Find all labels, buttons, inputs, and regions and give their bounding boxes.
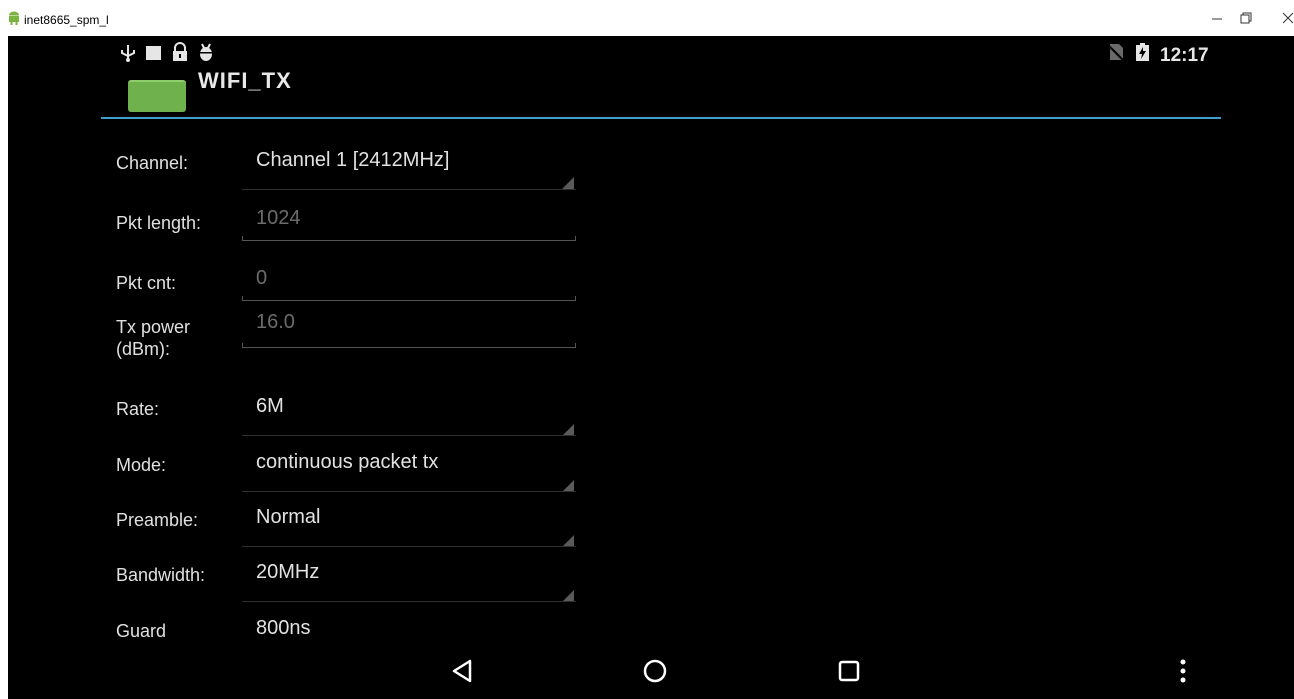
close-icon[interactable] [1278,10,1294,26]
back-icon[interactable] [448,656,478,686]
pkt-cnt-value: 0 [256,267,268,289]
mode-label: Mode: [116,455,167,475]
pkt-cnt-tick-right [575,296,576,301]
bandwidth-value: 20MHz [256,561,320,583]
guard-label: Guard [116,621,167,641]
rate-label: Rate: [116,399,160,419]
pkt-length-field[interactable]: 1024 [242,196,576,252]
channel-row: Channel: Channel 1 [2412MHz] [8,140,1294,190]
channel-spinner[interactable]: Channel 1 [2412MHz] [242,140,576,190]
mode-value: continuous packet tx [256,451,439,473]
mode-spinner[interactable]: continuous packet tx [242,438,576,492]
bandwidth-row: Bandwidth: 20MHz [8,548,1294,602]
tx-power-tick-right [575,343,576,348]
mode-underline [242,491,576,492]
android-debug-icon [200,43,212,61]
app-logo[interactable] [128,80,186,112]
rate-row: Rate: 6M [8,382,1294,436]
guard-value: 800ns [256,617,311,639]
pkt-cnt-row: Pkt cnt: 0 [8,256,1294,312]
tx-power-value: 16.0 [256,311,295,333]
lock-icon [173,42,187,61]
rate-value: 6M [256,395,284,417]
tx-power-label: Tx power (dBm): [116,317,191,359]
pkt-length-underline [242,240,576,241]
channel-value: Channel 1 [2412MHz] [256,149,450,171]
minimize-icon[interactable] [1208,10,1228,26]
preamble-spinner[interactable]: Normal [242,493,576,547]
preamble-underline [242,546,576,547]
android-icon [9,11,19,25]
status-time: 12:17 [1160,45,1209,66]
recents-icon[interactable] [834,656,864,686]
preamble-row: Preamble: Normal [8,493,1294,547]
channel-label: Channel: [116,153,189,173]
notification-square-icon [146,46,161,60]
guard-spinner[interactable]: 800ns [242,604,576,640]
pkt-cnt-tick-left [242,296,243,301]
preamble-label: Preamble: [116,510,199,530]
overflow-menu-icon[interactable] [1168,656,1198,686]
bandwidth-spinner[interactable]: 20MHz [242,548,576,602]
bandwidth-underline [242,601,576,602]
pkt-length-value: 1024 [256,207,301,229]
tx-power-row: Tx power (dBm): 16.0 [8,311,1294,380]
window-title-bar: inet8665_spm_l [0,0,1294,36]
battery-charging-icon [1136,43,1149,61]
page-title: WIFI_TX [198,68,292,93]
preamble-value: Normal [256,506,321,528]
pkt-cnt-underline [242,300,576,301]
wifi-tx-form: Channel: Channel 1 [2412MHz] Pkt length:… [8,120,1294,641]
tx-power-underline [242,347,576,348]
navigation-bar [8,640,1294,699]
channel-underline [242,189,576,190]
pkt-length-tick-left [242,236,243,241]
home-icon[interactable] [640,656,670,686]
pkt-length-row: Pkt length: 1024 [8,196,1294,252]
no-sim-icon [1107,44,1125,62]
rate-spinner[interactable]: 6M [242,382,576,436]
restore-icon[interactable] [1237,10,1257,26]
guard-row: Guard 800ns [8,604,1294,641]
pkt-cnt-label: Pkt cnt: [116,273,177,293]
channel-dropdown-icon [562,177,574,189]
pkt-length-label: Pkt length: [116,213,202,233]
android-screen: 12:17 WIFI_TX Channel: Channel 1 [2412MH… [8,36,1294,699]
rate-underline [242,435,576,436]
window-title: inet8665_spm_l [24,13,109,27]
tx-power-field[interactable]: 16.0 [242,311,576,372]
mode-row: Mode: continuous packet tx [8,438,1294,492]
action-bar-divider [101,117,1221,119]
usb-icon [121,45,135,62]
bandwidth-label: Bandwidth: [116,565,206,585]
tx-power-tick-left [242,343,243,348]
pkt-length-tick-right [575,236,576,241]
pkt-cnt-field[interactable]: 0 [242,256,576,312]
